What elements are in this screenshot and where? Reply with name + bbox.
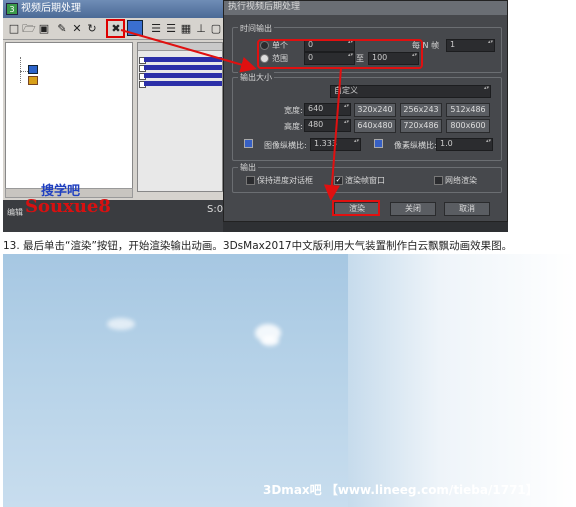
rendered-sky-image	[3, 254, 348, 507]
cloud	[107, 318, 135, 330]
step-caption: 13. 最后单击“渲染”按钮，开始渲染输出动画。3DsMax2017中文版利用大…	[3, 240, 513, 252]
arrow-to-render	[323, 67, 342, 201]
screenshot-panel: 视频后期处理 3 □ 🗁 ▣ ✎ ✕ ↻ ✖ ☰ ☰ ▦ ⊥ ▢ 编辑 S:0 …	[3, 0, 508, 232]
footer-watermark: 3Dmax吧 【www.lineeg.com/tieba/1771】	[263, 483, 538, 497]
sky-fade-edge	[348, 254, 576, 507]
cloud	[261, 336, 279, 346]
arrow-to-range	[120, 29, 257, 73]
annotation-arrows	[120, 29, 342, 201]
